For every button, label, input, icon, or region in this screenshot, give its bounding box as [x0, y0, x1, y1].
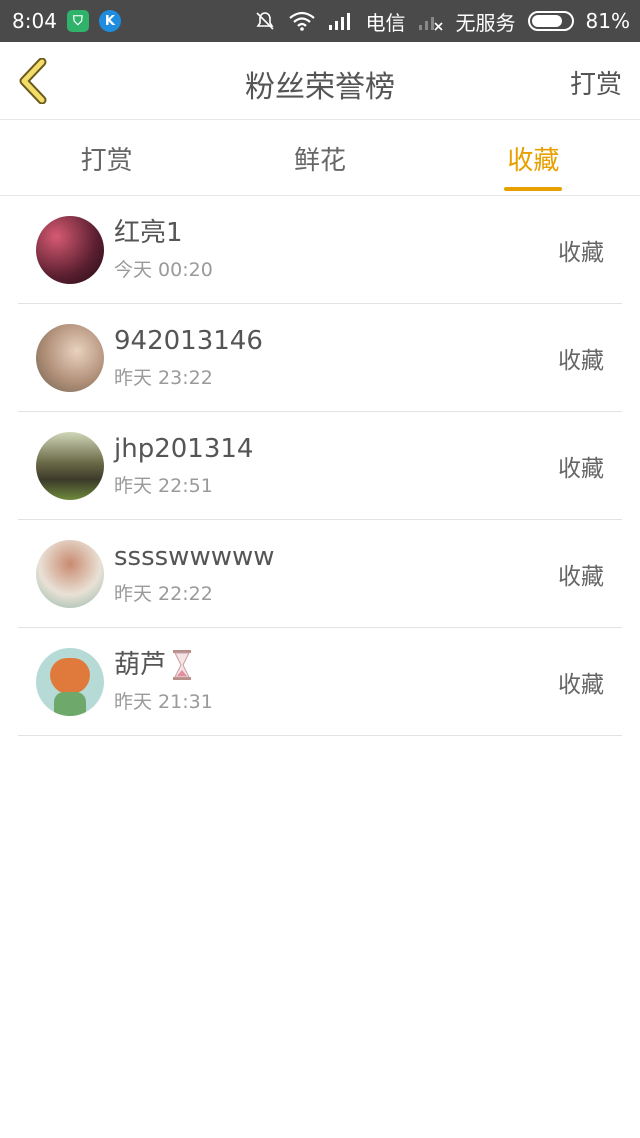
battery-fill [531, 15, 563, 27]
timestamp: 昨天 23:22 [114, 367, 213, 389]
k-app-icon: K [98, 10, 121, 32]
user-name: jhp201314 [114, 434, 254, 464]
action-label: 收藏 [558, 347, 604, 374]
battery-icon [527, 11, 574, 31]
timestamp: 昨天 22:51 [114, 475, 213, 497]
list-item[interactable]: jhp201314 昨天 22:51 收藏 [18, 412, 622, 520]
fan-list: 红亮1 今天 00:20 收藏 942013146 昨天 23:22 收藏 jh… [18, 196, 622, 736]
carrier-label: 电信 [365, 10, 406, 35]
page-title: 粉丝荣誉榜 [245, 70, 395, 105]
tab-flowers[interactable]: 鲜花 [213, 120, 426, 195]
action-label: 收藏 [558, 455, 604, 482]
header: 粉丝荣誉榜 打赏 [0, 42, 640, 120]
timestamp: 今天 00:20 [114, 259, 213, 281]
action-label: 收藏 [558, 563, 604, 590]
tip-button[interactable]: 打赏 [570, 64, 622, 101]
list-item[interactable]: 942013146 昨天 23:22 收藏 [18, 304, 622, 412]
signal-icon [328, 13, 350, 30]
user-name: 942013146 [114, 326, 263, 356]
hourglass-icon [173, 650, 192, 680]
status-bar: 8:04 ⛉ K 电信 无服务 81% [0, 0, 640, 42]
no-signal-icon [418, 17, 443, 31]
timestamp: 昨天 21:31 [114, 691, 213, 713]
fox-shirt [54, 691, 86, 716]
list-item[interactable]: 葫芦 昨天 21:31 收藏 [18, 628, 622, 736]
wifi-icon [288, 11, 315, 31]
list-item[interactable]: 红亮1 今天 00:20 收藏 [18, 196, 622, 304]
avatar [36, 323, 104, 392]
action-label: 收藏 [558, 671, 604, 698]
no-service-label: 无服务 [455, 10, 516, 35]
tab-tip[interactable]: 打赏 [0, 120, 213, 195]
tab-bar: 打赏 鲜花 收藏 [0, 120, 640, 196]
avatar [36, 215, 104, 284]
clock: 8:04 [12, 9, 57, 33]
user-name: 葫芦 [114, 650, 167, 680]
battery-percent: 81% [585, 9, 630, 33]
action-label: 收藏 [558, 239, 604, 266]
list-item[interactable]: sssswwwww 昨天 22:22 收藏 [18, 520, 622, 628]
user-name: 红亮1 [114, 218, 183, 248]
fox-face [50, 657, 90, 694]
shield-app-icon: ⛉ [66, 10, 89, 32]
user-name: sssswwwww [114, 542, 275, 572]
avatar [36, 647, 104, 716]
avatar [36, 539, 104, 608]
tab-favorites[interactable]: 收藏 [427, 120, 640, 195]
avatar [36, 431, 104, 500]
mute-bell-icon [255, 12, 274, 30]
timestamp: 昨天 22:22 [114, 583, 213, 605]
